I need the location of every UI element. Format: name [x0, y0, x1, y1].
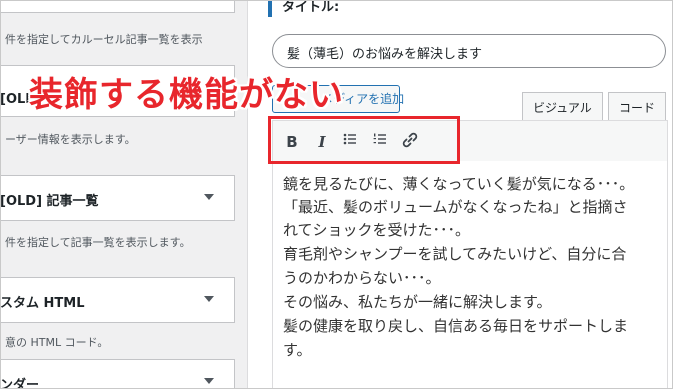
content-line: 髪の健康を取り戻し、自信ある毎日をサポートしま [283, 317, 629, 335]
widget-box-carousel[interactable] [1, 1, 235, 13]
title-input[interactable]: 髪（薄毛）のお悩みを解決します [272, 34, 666, 68]
annotation-highlight-box [268, 116, 460, 164]
widget-box-old-posts[interactable]: [OLD] 記事一覧 [1, 175, 235, 221]
content-line: うのかわからない･･･。 [283, 269, 441, 287]
content-line: す。 [283, 341, 312, 359]
expand-arrow-icon[interactable] [204, 194, 214, 200]
widget-description: ーザー情報を表示します。 [5, 133, 136, 146]
widgets-panel: 件を指定してカルーセル記事一覧を表示 [OLD] ーザー情報を表示します。 [O… [1, 1, 247, 389]
widget-title: ンダー [1, 378, 40, 389]
editor-panel: タイトル: 髪（薄毛）のお悩みを解決します メディアを追加 ビジュアル コード … [247, 0, 672, 388]
widget-description: 件を指定してカルーセル記事一覧を表示 [5, 33, 203, 46]
widget-description: 意の HTML コード。 [5, 336, 109, 349]
widget-box-calendar[interactable]: ンダー [1, 359, 235, 389]
widget-description: 件を指定して記事一覧を表示します。 [5, 236, 191, 249]
content-line: れてショックを受けた･･･。 [283, 221, 471, 239]
expand-arrow-icon[interactable] [204, 378, 214, 384]
screenshot-frame: 件を指定してカルーセル記事一覧を表示 [OLD] ーザー情報を表示します。 [O… [0, 0, 673, 389]
tab-code[interactable]: コード [608, 92, 667, 121]
content-line: その悩み、私たちが一緒に解決します。 [283, 293, 552, 311]
expand-arrow-icon[interactable] [204, 296, 214, 302]
widget-title: スタム HTML [1, 296, 85, 311]
content-line: 育毛剤やシャンプーを試してみたいけど、自分に合 [283, 245, 627, 263]
title-field-label: タイトル: [282, 0, 340, 15]
content-line: 鏡を見るたびに、薄くなっていく髪が気になる･･･。 [283, 175, 635, 193]
widget-title: [OLD] 記事一覧 [1, 194, 99, 209]
annotation-callout: 装飾する機能がない [29, 75, 344, 115]
editor-content-area[interactable]: 鏡を見るたびに、薄くなっていく髪が気になる･･･。 「最近、髪のボリュームがなく… [272, 161, 668, 388]
widget-box-custom-html[interactable]: スタム HTML [1, 277, 235, 323]
tab-visual[interactable]: ビジュアル [522, 92, 603, 121]
accent-bar [268, 1, 272, 17]
content-line: 「最近、髪のボリュームがなくなったね」と指摘さ [283, 198, 628, 216]
